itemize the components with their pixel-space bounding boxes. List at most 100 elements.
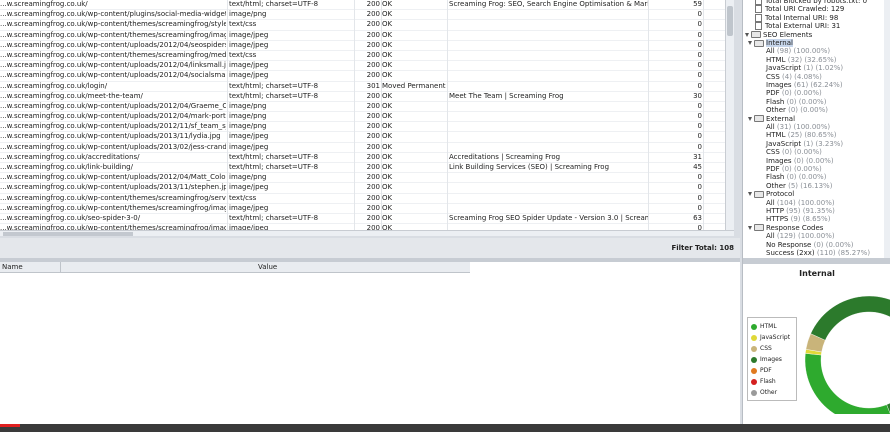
summary-item[interactable]: Total External URI: 31	[755, 22, 840, 31]
tree-count: (61) (62.24%)	[793, 81, 843, 89]
table-row[interactable]: ...w.screamingfrog.co.uk/wp-content/uplo…	[0, 102, 725, 113]
legend-swatch	[751, 334, 757, 341]
summary-item[interactable]: Total URI Crawled: 129	[755, 5, 845, 14]
tree-label: Protocol	[766, 190, 795, 199]
tree-item[interactable]: Other (0) (0.00%)	[766, 106, 828, 114]
table-row[interactable]: ...w.screamingfrog.co.uk/wp-content/uplo…	[0, 143, 725, 153]
table-row[interactable]: ...w.screamingfrog.co.uk/wp-content/uplo…	[0, 41, 725, 51]
address-cell: ...w.screamingfrog.co.uk/wp-content/uplo…	[0, 122, 226, 131]
status-code-cell: 200	[366, 152, 380, 161]
table-row[interactable]: ...w.screamingfrog.co.uk/login/text/html…	[0, 82, 725, 92]
tree-count: (0) (0.00%)	[786, 173, 827, 182]
table-row[interactable]: ...w.screamingfrog.co.uk/meet-the-team/t…	[0, 92, 725, 102]
tree-item[interactable]: CSS (4) (4.08%)	[766, 73, 822, 81]
tree-label: PDF	[766, 89, 780, 98]
tree-label: All	[766, 232, 775, 241]
tree-label: Total Blocked by robots.txt: 0	[765, 0, 868, 5]
legend-label: PDF	[760, 367, 772, 374]
table-row[interactable]: ...w.screamingfrog.co.uk/text/html; char…	[0, 0, 725, 11]
tree-item[interactable]: All (98) (100.00%)	[766, 47, 830, 55]
column-header-value[interactable]: Value	[258, 263, 277, 271]
expand-icon[interactable]	[748, 225, 752, 230]
scroll-thumb[interactable]	[3, 232, 133, 236]
horizontal-scrollbar[interactable]	[0, 230, 734, 236]
expand-icon[interactable]	[745, 32, 749, 37]
column-header-name[interactable]: Name	[2, 263, 23, 271]
legend-label: Images	[760, 356, 782, 363]
table-row[interactable]: ...w.screamingfrog.co.uk/wp-content/uplo…	[0, 61, 725, 72]
tree-item[interactable]: HTTPS (9) (8.65%)	[766, 215, 830, 223]
tree-item[interactable]: All (31) (100.00%)	[766, 123, 830, 131]
tree-seo-elements[interactable]: SEO Elements	[745, 31, 812, 39]
status-code-cell: 200	[366, 173, 380, 182]
tree-label: JavaScript	[766, 64, 802, 73]
table-row[interactable]: ...w.screamingfrog.co.uk/wp-content/them…	[0, 20, 725, 31]
status-cell: OK	[382, 61, 393, 70]
tree-item[interactable]: CSS (0) (0.00%)	[766, 148, 822, 156]
address-cell: ...w.screamingfrog.co.uk/wp-content/them…	[0, 193, 226, 202]
tree-item[interactable]: HTTP (95) (91.35%)	[766, 207, 835, 215]
tree-item[interactable]: All (129) (100.00%)	[766, 232, 835, 240]
legend-item: Images	[751, 355, 782, 364]
tree-item[interactable]: JavaScript (1) (1.02%)	[766, 64, 843, 72]
tree-scrollbar[interactable]	[884, 0, 890, 258]
tree-group-protocol[interactable]: Protocol	[748, 190, 794, 198]
tree-item[interactable]: Images (61) (62.24%)	[766, 81, 843, 89]
tree-group-external[interactable]: External	[748, 115, 795, 123]
tree-count: (0) (0.00%)	[793, 156, 834, 165]
tree-label: PDF	[766, 165, 780, 173]
table-row[interactable]: ...w.screamingfrog.co.uk/wp-content/uplo…	[0, 71, 725, 82]
tree-item[interactable]: JavaScript (1) (3.23%)	[766, 140, 843, 148]
table-row[interactable]: ...w.screamingfrog.co.uk/wp-content/them…	[0, 31, 725, 41]
document-icon	[755, 0, 762, 5]
tree-item[interactable]: All (104) (100.00%)	[766, 199, 835, 207]
tree-item[interactable]: HTML (25) (80.65%)	[766, 131, 836, 139]
table-row[interactable]: ...w.screamingfrog.co.uk/accreditations/…	[0, 153, 725, 163]
title-length-cell: 0	[697, 142, 702, 151]
expand-icon[interactable]	[748, 116, 752, 121]
tree-item[interactable]: Images (0) (0.00%)	[766, 157, 834, 165]
title-length-cell: 0	[697, 122, 702, 131]
tree-item[interactable]: Success (2xx) (110) (85.27%)	[766, 249, 870, 257]
table-row[interactable]: ...w.screamingfrog.co.uk/wp-content/uplo…	[0, 132, 725, 143]
tree-group-internal[interactable]: Internal	[748, 39, 793, 47]
table-row[interactable]: ...w.screamingfrog.co.uk/wp-content/plug…	[0, 10, 725, 21]
table-row[interactable]: ...w.screamingfrog.co.uk/wp-content/uplo…	[0, 112, 725, 123]
expand-icon[interactable]	[748, 192, 752, 197]
tree-item[interactable]: PDF (0) (0.00%)	[766, 89, 822, 97]
status-code-cell: 200	[366, 142, 380, 151]
address-cell: ...w.screamingfrog.co.uk/wp-content/them…	[0, 203, 226, 212]
expand-icon[interactable]	[748, 41, 752, 45]
scroll-thumb[interactable]	[727, 6, 733, 36]
vertical-scrollbar[interactable]	[725, 0, 734, 230]
tree-group-response[interactable]: Response Codes	[748, 224, 823, 232]
summary-item[interactable]: Total Blocked by robots.txt: 0	[755, 0, 867, 5]
column-divider[interactable]	[60, 262, 61, 272]
tree-item[interactable]: Flash (0) (0.00%)	[766, 98, 826, 106]
status-code-cell: 200	[366, 40, 380, 49]
address-cell: ...w.screamingfrog.co.uk/wp-content/uplo…	[0, 132, 221, 141]
status-code-cell: 200	[366, 132, 380, 141]
tree-label: Total URI Crawled: 129	[765, 5, 845, 14]
table-row[interactable]: ...w.screamingfrog.co.uk/seo-spider-3-0/…	[0, 214, 725, 225]
table-row[interactable]: ...w.screamingfrog.co.uk/wp-content/them…	[0, 194, 725, 204]
tree-item[interactable]: Flash (0) (0.00%)	[766, 173, 826, 181]
table-row[interactable]: ...w.screamingfrog.co.uk/wp-content/uplo…	[0, 173, 725, 184]
address-cell: ...w.screamingfrog.co.uk/wp-content/uplo…	[0, 61, 226, 70]
tree-item[interactable]: HTML (32) (32.65%)	[766, 56, 836, 64]
folder-icon	[754, 39, 764, 47]
tree-item[interactable]: PDF (0) (0.00%)	[766, 165, 822, 173]
table-row[interactable]: ...w.screamingfrog.co.uk/wp-content/uplo…	[0, 122, 725, 133]
table-row[interactable]: ...w.screamingfrog.co.uk/wp-content/them…	[0, 51, 725, 62]
table-row[interactable]: ...w.screamingfrog.co.uk/wp-content/them…	[0, 204, 725, 214]
tree-item[interactable]: Other (5) (16.13%)	[766, 182, 832, 190]
tree-count: (31) (100.00%)	[776, 123, 831, 131]
tree-item[interactable]: No Response (0) (0.00%)	[766, 241, 853, 249]
legend-item: HTML	[751, 322, 777, 331]
table-row[interactable]: ...w.screamingfrog.co.uk/wp-content/uplo…	[0, 183, 725, 194]
video-progress-bar[interactable]	[0, 424, 890, 432]
legend-label: Flash	[760, 378, 776, 385]
table-row[interactable]: ...w.screamingfrog.co.uk/link-building/t…	[0, 163, 725, 174]
chart-legend: HTML JavaScript CSS Images PDF Flash Other	[747, 317, 797, 401]
summary-item[interactable]: Total Internal URI: 98	[755, 13, 838, 22]
